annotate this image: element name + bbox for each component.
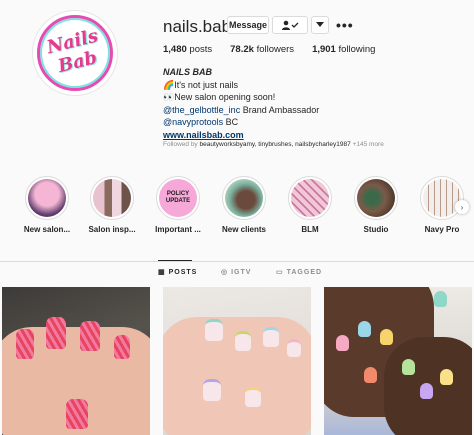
highlight-label: Important ...: [155, 225, 201, 234]
highlights-next-button[interactable]: ›: [455, 200, 469, 214]
highlight-cover: POLICY UPDATE: [156, 176, 200, 220]
tab-label: POSTS: [168, 268, 198, 276]
grid-icon: ▦: [158, 269, 166, 276]
highlight-cover: [222, 176, 266, 220]
highlight-image: [225, 179, 263, 217]
posts-count: 1,480: [163, 44, 187, 55]
highlight-cover: [354, 176, 398, 220]
chevron-down-icon: [316, 22, 324, 27]
nail-shape: [434, 291, 447, 307]
person-check-icon: [282, 20, 299, 30]
profile-tabs: ▦ POSTS ◎ IGTV ▭ TAGGED: [0, 268, 474, 280]
highlight-new-clients[interactable]: New clients: [213, 176, 275, 234]
bio-line-4-text: BC: [223, 117, 239, 127]
highlight-new-salon[interactable]: New salon...: [16, 176, 78, 234]
following-button[interactable]: [272, 16, 308, 34]
tab-posts[interactable]: ▦ POSTS: [158, 268, 198, 277]
nail-shape: [16, 329, 34, 359]
followed-by-suffix: +145 more: [350, 141, 384, 148]
bio-line-3: @the_gelbottle_inc Brand Ambassador: [163, 104, 463, 117]
highlight-image: [93, 179, 131, 217]
bio-line-3-text: Brand Ambassador: [240, 104, 320, 115]
bio-line-2: 👀New salon opening soon!: [163, 92, 276, 102]
followers-stat[interactable]: 78.2k followers: [230, 44, 294, 55]
nail-shape: [440, 369, 453, 385]
highlight-cover: [90, 176, 134, 220]
tab-label: IGTV: [231, 268, 252, 276]
followed-by[interactable]: Followed by beautyworksbyamy, tinybrushe…: [163, 141, 463, 148]
highlight-label: BLM: [301, 225, 319, 234]
followed-by-names: beautyworksbyamy, tinybrushes, nailsbych…: [199, 141, 351, 148]
followers-count: 78.2k: [230, 44, 254, 55]
website-link[interactable]: www.nailsbab.com: [163, 129, 463, 142]
nail-shape: [402, 359, 415, 375]
tab-label: TAGGED: [286, 268, 323, 276]
nail-shape: [114, 335, 130, 359]
following-label: following: [338, 44, 376, 55]
suggestions-dropdown-button[interactable]: [311, 16, 329, 34]
highlight-label: New clients: [221, 225, 266, 234]
profile-bio: NAILS BAB 🌈It's not just nails 👀New salo…: [163, 66, 463, 141]
highlight-label: Studio: [363, 225, 389, 234]
gelbottle-mention-link[interactable]: @the_gelbottle_inc: [163, 105, 240, 115]
highlight-label: Navy Pro: [424, 225, 460, 234]
followed-by-prefix: Followed by: [163, 141, 200, 148]
nail-shape: [203, 379, 221, 401]
nail-shape: [420, 383, 433, 399]
nail-shape: [245, 387, 261, 407]
highlight-image: [28, 179, 66, 217]
highlight-studio[interactable]: Studio: [345, 176, 407, 234]
nail-shape: [358, 321, 371, 337]
tab-igtv[interactable]: ◎ IGTV: [221, 268, 252, 277]
nail-shape: [80, 321, 100, 351]
post-thumbnail-3[interactable]: [324, 287, 472, 435]
tag-icon: ▭: [276, 269, 284, 276]
highlight-cover: [420, 176, 464, 220]
highlight-image: [291, 179, 329, 217]
highlight-cover: [288, 176, 332, 220]
tab-tagged[interactable]: ▭ TAGGED: [276, 268, 323, 277]
highlight-blm[interactable]: BLM: [279, 176, 341, 234]
post-thumbnail-2[interactable]: [163, 287, 311, 435]
highlight-cover: [25, 176, 69, 220]
policy-text: POLICY: [166, 191, 190, 197]
highlight-label: New salon...: [23, 225, 71, 234]
nail-shape: [205, 319, 223, 341]
highlight-important[interactable]: POLICY UPDATE Important ...: [147, 176, 209, 234]
posts-stat: 1,480 posts: [163, 44, 212, 55]
followers-label: followers: [256, 44, 295, 55]
highlight-image: POLICY UPDATE: [159, 179, 197, 217]
nail-shape: [380, 329, 393, 345]
story-highlights: New salon... Salon insp... POLICY UPDATE…: [0, 176, 474, 236]
profile-stats: 1,480 posts 78.2k followers 1,901 follow…: [163, 44, 393, 55]
update-text: UPDATE: [165, 198, 191, 204]
nail-shape: [235, 331, 251, 351]
bio-line-4: @navyprotools BC: [163, 116, 463, 129]
profile-avatar[interactable]: Nails Bab: [32, 10, 118, 96]
chevron-right-icon: ›: [460, 202, 464, 212]
nail-shape: [263, 327, 279, 347]
active-tab-indicator: [158, 260, 192, 261]
tabs-divider: [0, 261, 474, 262]
highlight-label: Salon insp...: [88, 225, 136, 234]
following-count: 1,901: [312, 44, 336, 55]
nail-shape: [66, 399, 88, 429]
more-options-button[interactable]: •••: [336, 17, 354, 33]
nail-shape: [46, 317, 66, 349]
nail-shape: [336, 335, 349, 351]
highlight-image: [423, 179, 461, 217]
highlight-image: [357, 179, 395, 217]
following-stat[interactable]: 1,901 following: [312, 44, 375, 55]
navyprotools-mention-link[interactable]: @navyprotools: [163, 117, 223, 127]
highlight-salon-inspo[interactable]: Salon insp...: [81, 176, 143, 234]
nail-shape: [287, 339, 301, 357]
post-thumbnail-1[interactable]: [2, 287, 150, 435]
posts-label: posts: [189, 44, 213, 55]
bio-line-1: 🌈It's not just nails: [163, 79, 238, 90]
nail-shape: [364, 367, 377, 383]
bio-name: NAILS BAB: [163, 67, 212, 77]
tv-icon: ◎: [221, 269, 229, 276]
message-button[interactable]: Message: [227, 16, 269, 34]
username: nails.bab: [163, 17, 232, 36]
